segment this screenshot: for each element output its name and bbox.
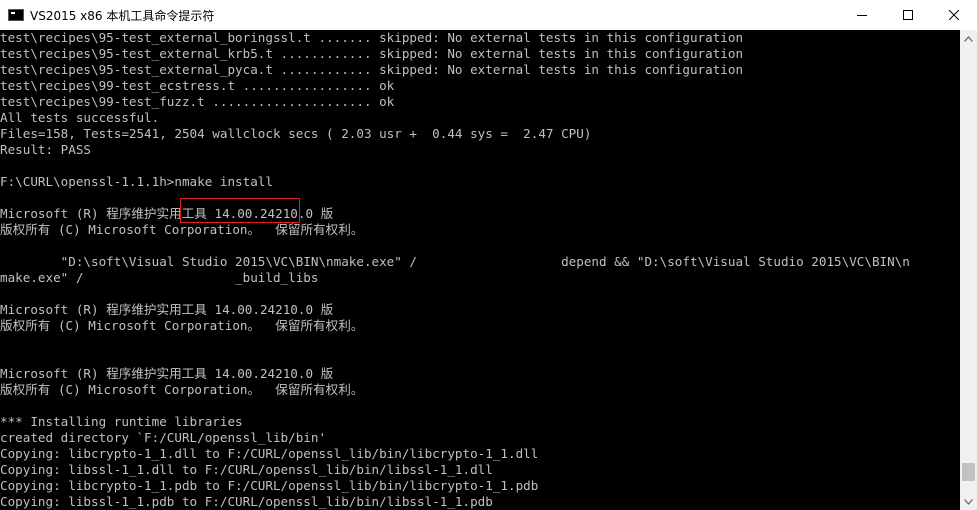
window-controls	[839, 0, 977, 30]
console-line: Copying: libcrypto-1_1.dll to F:/CURL/op…	[0, 446, 539, 461]
scroll-up-icon	[964, 35, 973, 42]
scroll-up-button[interactable]	[960, 30, 977, 47]
console-app-icon[interactable]	[8, 9, 24, 21]
console-line: Microsoft (R) 程序维护实用工具 14.00.24210.0 版	[0, 366, 334, 381]
console-line: make.exe" / _build_libs	[0, 270, 319, 285]
console-line: 版权所有 (C) Microsoft Corporation。 保留所有权利。	[0, 318, 364, 333]
close-button[interactable]	[931, 0, 977, 30]
console-output[interactable]: test\recipes\95-test_external_boringssl.…	[0, 30, 960, 510]
vertical-scrollbar[interactable]	[960, 30, 977, 510]
console-line: test\recipes\95-test_external_krb5.t ...…	[0, 46, 744, 61]
maximize-icon	[903, 10, 913, 20]
console-line: Microsoft (R) 程序维护实用工具 14.00.24210.0 版	[0, 206, 334, 221]
console-line: test\recipes\95-test_external_pyca.t ...…	[0, 62, 744, 77]
close-icon	[949, 10, 959, 20]
console-line: *** Installing runtime libraries	[0, 414, 243, 429]
console-line: "D:\soft\Visual Studio 2015\VC\BIN\nmake…	[0, 254, 910, 269]
console-window: VS2015 x86 本机工具命令提示符 test\recipes\95-tes…	[0, 0, 977, 510]
title-bar[interactable]: VS2015 x86 本机工具命令提示符	[0, 0, 977, 30]
window-title: VS2015 x86 本机工具命令提示符	[30, 8, 215, 23]
minimize-button[interactable]	[839, 0, 885, 30]
console-line: Copying: libcrypto-1_1.pdb to F:/CURL/op…	[0, 478, 539, 493]
console-line: 版权所有 (C) Microsoft Corporation。 保留所有权利。	[0, 222, 364, 237]
scroll-down-button[interactable]	[960, 493, 977, 510]
console-line: Copying: libssl-1_1.dll to F:/CURL/opens…	[0, 462, 493, 477]
maximize-button[interactable]	[885, 0, 931, 30]
console-line: test\recipes\99-test_fuzz.t ............…	[0, 94, 395, 109]
console-line: 版权所有 (C) Microsoft Corporation。 保留所有权利。	[0, 382, 364, 397]
scroll-down-icon	[964, 498, 973, 505]
scroll-thumb[interactable]	[962, 463, 975, 481]
console-line: created directory `F:/CURL/openssl_lib/b…	[0, 430, 327, 445]
console-line: F:\CURL\openssl-1.1.1h>nmake install	[0, 174, 273, 189]
console-line: Copying: libssl-1_1.pdb to F:/CURL/opens…	[0, 494, 493, 509]
console-line: Microsoft (R) 程序维护实用工具 14.00.24210.0 版	[0, 302, 334, 317]
minimize-icon	[857, 15, 867, 16]
console-line: test\recipes\99-test_ecstress.t ........…	[0, 78, 395, 93]
console-line: Result: PASS	[0, 142, 91, 157]
console-line: Files=158, Tests=2541, 2504 wallclock se…	[0, 126, 592, 141]
console-line: test\recipes\95-test_external_boringssl.…	[0, 30, 744, 45]
console-line: All tests successful.	[0, 110, 160, 125]
